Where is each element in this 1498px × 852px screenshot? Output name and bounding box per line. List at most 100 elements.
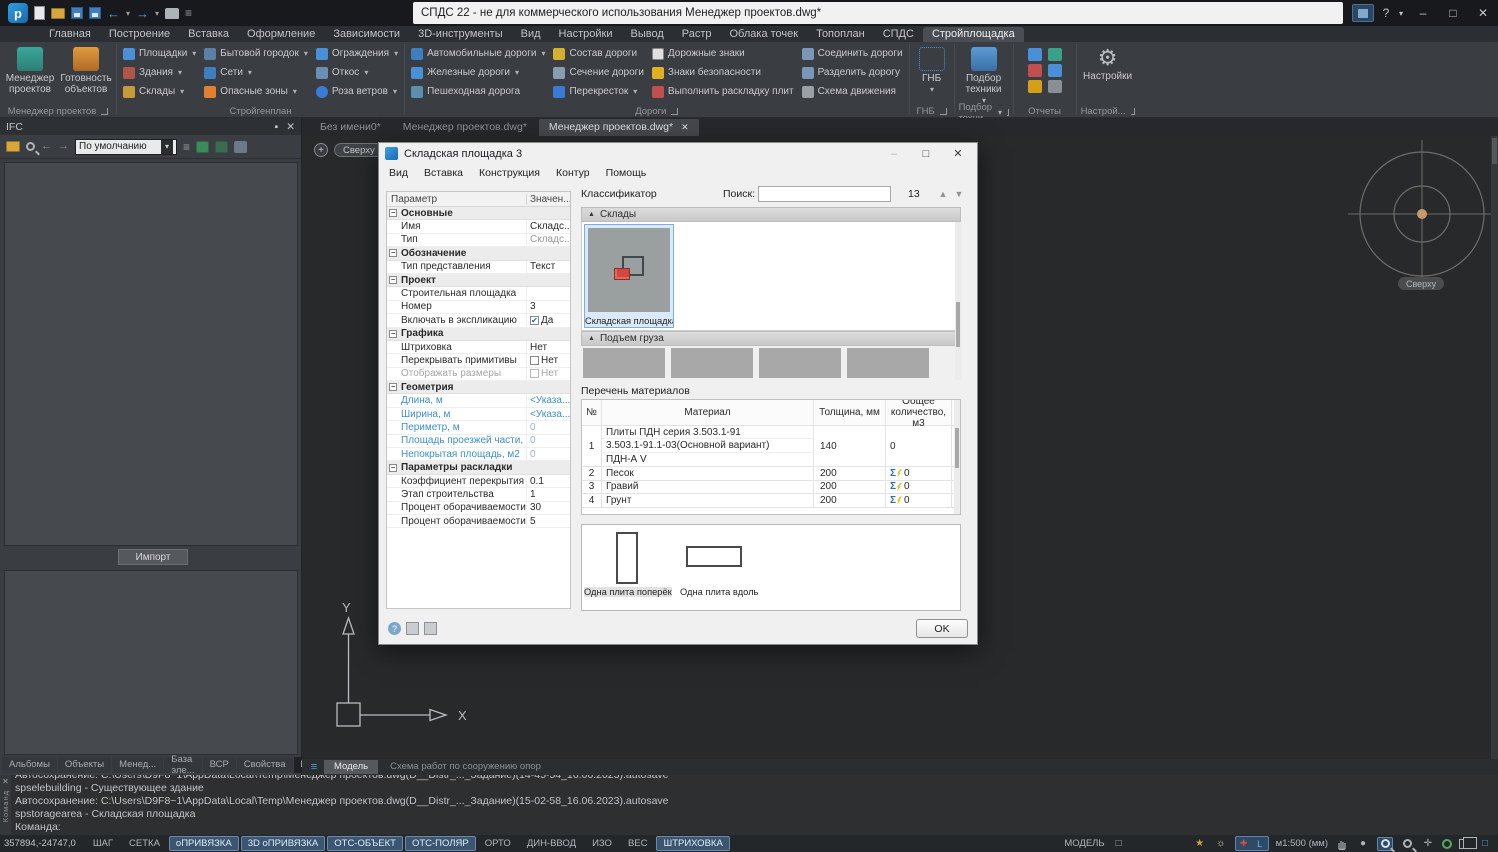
safety-signs-button[interactable]: Знаки безопасности bbox=[650, 64, 796, 81]
collapse-icon[interactable]: − bbox=[389, 464, 397, 472]
pin-icon[interactable]: ▪ bbox=[274, 121, 278, 133]
next-item-button[interactable]: ▼ bbox=[952, 187, 966, 201]
param-row[interactable]: Перекрывать примитивыНет bbox=[387, 354, 570, 367]
param-section[interactable]: −Обозначение bbox=[387, 247, 570, 260]
close-button[interactable]: ✕ bbox=[1468, 2, 1498, 24]
param-row[interactable]: ИмяСкладс... bbox=[387, 220, 570, 233]
ok-button[interactable]: OK bbox=[916, 619, 968, 638]
dialog-close-button[interactable]: ✕ bbox=[945, 146, 971, 162]
scrollbar-thumb[interactable] bbox=[1492, 138, 1497, 164]
buildings-button[interactable]: Здания▾ bbox=[121, 64, 198, 81]
import-objects-icon[interactable] bbox=[196, 141, 209, 153]
split-road-button[interactable]: Разделить дорогу bbox=[800, 64, 905, 81]
road-signs-button[interactable]: Дорожные знаки bbox=[650, 45, 796, 62]
close-panel-icon[interactable]: ✕ bbox=[286, 121, 295, 133]
lamp-icon[interactable]: ☼ bbox=[1214, 838, 1228, 850]
tab-oformlenie[interactable]: Оформление bbox=[238, 27, 324, 42]
viewport-config-icon[interactable]: □ bbox=[1478, 838, 1492, 850]
gnb-button[interactable]: ГНБ ▾ bbox=[914, 45, 950, 95]
toggle-hatch[interactable]: ШТРИХОВКА bbox=[656, 836, 729, 851]
open-ifc-icon[interactable] bbox=[6, 141, 20, 152]
redo-dropdown-icon[interactable]: ▾ bbox=[155, 9, 159, 18]
dialog-launcher-icon[interactable] bbox=[1131, 108, 1135, 115]
road-section-button[interactable]: Сечение дороги bbox=[551, 64, 645, 81]
model-space-button[interactable]: МОДЕЛЬ bbox=[1064, 838, 1104, 849]
model-tab[interactable]: Модель bbox=[324, 760, 378, 774]
param-row[interactable]: Длина, м<Указа... bbox=[387, 394, 570, 407]
menu-pomoshch[interactable]: Помощь bbox=[606, 167, 647, 179]
print-icon[interactable] bbox=[165, 8, 179, 19]
tab-manager[interactable]: Менед... bbox=[112, 757, 163, 773]
save-as-icon[interactable] bbox=[89, 7, 101, 19]
road-structure-button[interactable]: Состав дороги bbox=[551, 45, 645, 62]
group-label-stroygenplan[interactable]: Стройгенплан bbox=[117, 104, 404, 118]
param-row[interactable]: Этап строительства1 bbox=[387, 488, 570, 501]
pan-hand-icon[interactable] bbox=[1335, 838, 1349, 850]
lift-option-thumbnail[interactable] bbox=[583, 348, 665, 378]
param-row[interactable]: Номер3 bbox=[387, 301, 570, 314]
footpath-button[interactable]: Пешеходная дорога bbox=[409, 83, 547, 100]
report-list-icon[interactable] bbox=[1028, 64, 1042, 77]
group-label-manager[interactable]: Менеджер проектов bbox=[0, 104, 116, 118]
prev-item-button[interactable]: ▲ bbox=[936, 187, 950, 201]
dialog-launcher-icon[interactable] bbox=[101, 108, 108, 115]
redo-icon[interactable]: → bbox=[136, 7, 149, 20]
help-button[interactable]: ? bbox=[1378, 2, 1394, 24]
param-section[interactable]: −Основные bbox=[387, 207, 570, 220]
project-manager-button[interactable]: Менеджер проектов bbox=[4, 45, 56, 95]
tab-3d-instrumenty[interactable]: 3D-инструменты bbox=[409, 27, 512, 42]
param-row[interactable]: Коэффициент перекрытия0.1 bbox=[387, 475, 570, 488]
classifier-item-selected[interactable]: Складская площадка bbox=[584, 224, 674, 328]
help-dropdown-icon[interactable]: ▾ bbox=[1394, 2, 1408, 24]
classifier-scrollbar[interactable] bbox=[955, 222, 961, 380]
tech-selection-button[interactable]: Подбор техники ▾ bbox=[959, 45, 1009, 106]
ifc-tree-area[interactable] bbox=[4, 162, 298, 546]
param-row[interactable]: ТипСкладс... bbox=[387, 234, 570, 247]
plate-layout-button[interactable]: Выполнить раскладку плит bbox=[650, 83, 796, 100]
zoom-window-icon[interactable] bbox=[1400, 838, 1414, 850]
search-icon[interactable] bbox=[26, 142, 35, 151]
param-section[interactable]: −Геометрия bbox=[387, 381, 570, 394]
menu-vstavka[interactable]: Вставка bbox=[424, 167, 463, 179]
windows-cascade-icon[interactable] bbox=[1459, 839, 1471, 849]
dialog-view-icon[interactable] bbox=[424, 622, 437, 635]
maximize-button[interactable]: □ bbox=[1438, 2, 1468, 24]
param-section[interactable]: −Графика bbox=[387, 328, 570, 341]
tab-vstavka[interactable]: Вставка bbox=[179, 27, 238, 42]
settings-button[interactable]: ⚙ Настройки bbox=[1081, 45, 1135, 82]
dialog-settings-icon[interactable] bbox=[406, 622, 419, 635]
param-row[interactable]: Тип представленияТекст bbox=[387, 261, 570, 274]
collapse-icon[interactable]: − bbox=[389, 383, 397, 391]
minimize-button[interactable]: – bbox=[1408, 2, 1438, 24]
toggle-dyn-input[interactable]: ДИН-ВВОД bbox=[520, 836, 583, 851]
traffic-scheme-button[interactable]: Схема движения bbox=[800, 83, 905, 100]
collapse-icon[interactable]: − bbox=[389, 330, 397, 338]
tab-glavnaya[interactable]: Главная bbox=[40, 27, 100, 42]
crossroad-button[interactable]: Перекресток▾ bbox=[551, 83, 645, 100]
vertical-scrollbar[interactable] bbox=[1491, 136, 1498, 759]
toggle-lineweight[interactable]: ВЕС bbox=[621, 836, 655, 851]
join-roads-button[interactable]: Соединить дороги bbox=[800, 45, 905, 62]
collapse-icon[interactable]: − bbox=[389, 276, 397, 284]
fences-button[interactable]: Ограждения▾ bbox=[314, 45, 400, 62]
compass-view-label[interactable]: Сверху bbox=[1398, 277, 1444, 290]
report-grid-icon[interactable] bbox=[1048, 80, 1062, 93]
tab-rastr[interactable]: Растр bbox=[673, 27, 721, 42]
classifier-group-sklady[interactable]: ▲Склады bbox=[581, 207, 961, 222]
annotation-marker-icon[interactable]: ✚ bbox=[1236, 837, 1252, 850]
checkbox-checked-icon[interactable]: ✔ bbox=[530, 316, 539, 325]
app-logo-icon[interactable]: p bbox=[8, 3, 28, 23]
materials-scrollbar[interactable] bbox=[954, 400, 960, 514]
close-command-line-icon[interactable]: ✕ bbox=[2, 777, 9, 786]
annotation-scale-icon[interactable]: L bbox=[1252, 837, 1268, 850]
collapse-icon[interactable]: − bbox=[389, 209, 397, 217]
lift-option-thumbnail[interactable] bbox=[671, 348, 753, 378]
dialog-minimize-button[interactable]: – bbox=[881, 146, 907, 162]
tab-vcp[interactable]: ВСР bbox=[203, 757, 236, 773]
pan-move-icon[interactable]: ✛ bbox=[1421, 838, 1435, 850]
export-objects-icon[interactable] bbox=[215, 141, 228, 153]
group-label-roads[interactable]: Дороги bbox=[405, 104, 908, 118]
ifc-details-area[interactable] bbox=[4, 570, 298, 755]
view-compass[interactable] bbox=[1346, 138, 1498, 290]
toggle-iso[interactable]: ИЗО bbox=[585, 836, 619, 851]
